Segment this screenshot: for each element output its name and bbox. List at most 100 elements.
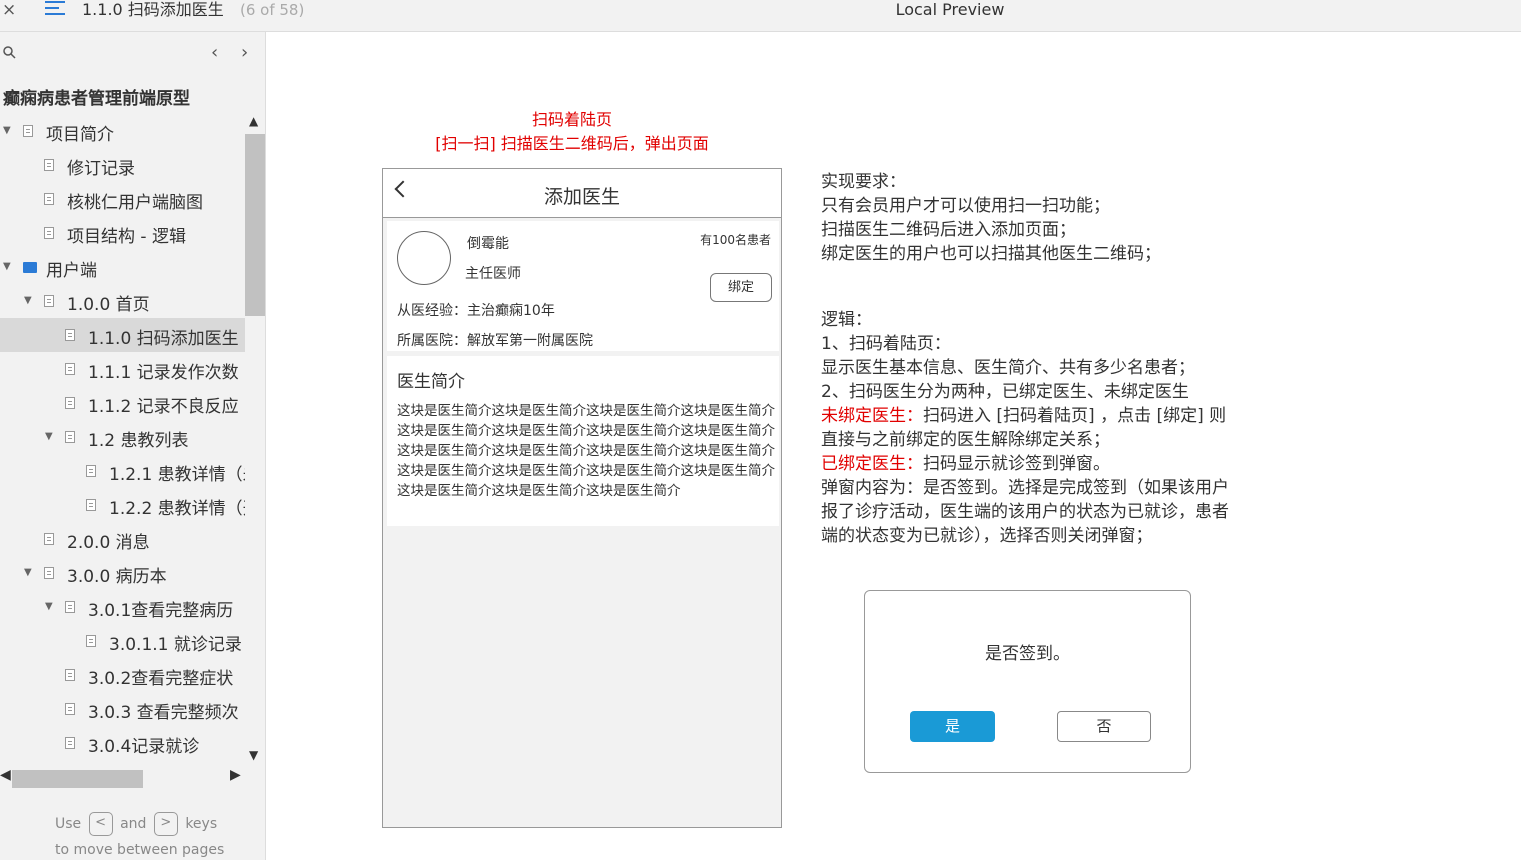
tree-item-label: 3.0.0 病历本: [67, 567, 167, 587]
tree-item[interactable]: 1.2.2 患教详情（开: [0, 488, 245, 522]
scroll-right-icon[interactable]: ▶: [230, 767, 241, 783]
tree-item-label: 3.0.3 查看完整频次: [88, 703, 239, 723]
mobile-header-title: 添加医生: [543, 186, 620, 208]
tree-item[interactable]: ▼ 用户端: [0, 250, 245, 284]
tree-item[interactable]: 项目结构 - 逻辑: [0, 216, 245, 250]
page-tree: ▼ 项目简介 修订记录 核桃仁用户端脑图 项目结构 - 逻辑 ▼ 用户端 ▼ 1.0.0 首页 1…: [0, 114, 245, 764]
requirements-note: 实现要求： 只有会员用户才可以使用扫一扫功能； 扫描医生二维码后进入添加页面； 绑定医…: [821, 170, 1241, 266]
expand-toggle-icon[interactable]: ▼: [3, 261, 11, 272]
scroll-thumb[interactable]: [245, 134, 265, 316]
tree-item-label: 2.0.0 消息: [67, 533, 150, 553]
hint-text: to move between pages: [55, 842, 225, 858]
tree-horizontal-scrollbar[interactable]: ◀ ▶: [0, 767, 245, 789]
page-icon: [44, 295, 54, 307]
tree-item[interactable]: 3.0.1.1 就诊记录: [0, 624, 245, 658]
preview-label: Local Preview: [895, 0, 1005, 19]
sign-in-dialog: 是否签到。 是 否: [864, 590, 1191, 773]
tree-item-label: 1.2.2 患教详情（开: [109, 499, 245, 519]
tree-item[interactable]: ▼ 1.0.0 首页: [0, 284, 245, 318]
tree-item-label: 用户端: [46, 261, 97, 281]
scroll-left-icon[interactable]: ◀: [0, 767, 11, 783]
tree-item-label: 3.0.4记录就诊: [88, 737, 200, 757]
tree-vertical-scrollbar[interactable]: ▲ ▼: [245, 112, 265, 772]
tree-item[interactable]: ▼ 3.0.0 病历本: [0, 556, 245, 590]
no-button[interactable]: 否: [1057, 711, 1151, 742]
page-icon: [44, 567, 54, 579]
hint-text: Use: [55, 816, 82, 832]
tree-item-label: 3.0.1查看完整病历: [88, 601, 234, 621]
page-counter: (6 of 58): [240, 1, 305, 19]
page-icon: [23, 125, 33, 137]
sitemap-sidebar: ‹ › 癫痫病患者管理前端原型 ▼ 项目简介修订记录 核桃仁用户端脑图 项目结构 - …: [0, 32, 266, 860]
page-title: 1.1.0 扫码添加医生: [82, 0, 224, 19]
bind-button[interactable]: 绑定: [710, 273, 772, 302]
tree-item[interactable]: 1.1.1 记录发作次数: [0, 352, 245, 386]
next-page-button[interactable]: ›: [241, 42, 248, 63]
tree-item[interactable]: ▼ 1.2 患教列表: [0, 420, 245, 454]
doctor-hospital: 所属医院：解放军第一附属医院: [397, 333, 593, 349]
doctor-experience: 从医经验：主治癫痫10年: [397, 303, 555, 319]
page-icon: [65, 601, 75, 613]
expand-toggle-icon[interactable]: ▼: [45, 601, 53, 612]
hint-text: keys: [185, 816, 218, 832]
expand-toggle-icon[interactable]: ▼: [24, 567, 32, 578]
page-annotation: 扫码着陆页 [扫一扫] 扫描医生二维码后，弹出页面: [382, 108, 762, 156]
logic-line: 1、扫码着陆页：: [821, 334, 951, 354]
expand-toggle-icon[interactable]: ▼: [3, 125, 11, 136]
tree-item[interactable]: 2.0.0 消息: [0, 522, 245, 556]
close-icon[interactable]: ×: [2, 0, 16, 20]
tree-item[interactable]: ▼ 3.0.1查看完整病历: [0, 590, 245, 624]
tree-item[interactable]: 3.0.3 查看完整频次: [0, 692, 245, 726]
page-icon: [65, 431, 75, 443]
expand-toggle-icon[interactable]: ▼: [45, 431, 53, 442]
sitemap-menu-icon[interactable]: [45, 1, 65, 17]
intro-body: 这块是医生简介这块是医生简介这块是医生简介这块是医生简介这块是医生简介这块是医生…: [397, 403, 775, 499]
top-bar: × 1.1.0 扫码添加医生 (6 of 58) Local Preview: [0, 0, 1521, 32]
scroll-up-icon[interactable]: ▲: [249, 114, 258, 128]
project-title: 癫痫病患者管理前端原型: [3, 89, 190, 109]
tree-item[interactable]: 1.1.0 扫码添加医生: [0, 318, 245, 352]
page-icon: [44, 533, 54, 545]
tree-item-label: 1.1.1 记录发作次数: [88, 363, 239, 383]
left-key-icon: <: [88, 812, 113, 836]
tree-item-label: 3.0.1.1 就诊记录: [109, 635, 242, 655]
page-icon: [65, 329, 75, 341]
bound-text: 扫码显示就诊签到弹窗。: [923, 454, 1110, 474]
requirement-line: 绑定医生的用户也可以扫描其他医生二维码；: [821, 244, 1161, 264]
page-icon: [86, 635, 96, 647]
tree-item[interactable]: 1.2.1 患教详情（未: [0, 454, 245, 488]
doctor-name: 倒霉能: [467, 236, 509, 252]
tree-item[interactable]: ▼ 项目简介: [0, 114, 245, 148]
previous-page-button[interactable]: ‹: [211, 42, 218, 63]
page-icon: [44, 159, 54, 171]
search-icon[interactable]: [3, 46, 16, 59]
page-icon: [65, 669, 75, 681]
expand-toggle-icon[interactable]: ▼: [24, 295, 32, 306]
tree-item[interactable]: 4.0.0 我: [0, 760, 245, 764]
logic-line: 2、扫码医生分为两种，已绑定医生、未绑定医生: [821, 382, 1189, 402]
folder-icon: [23, 262, 37, 273]
intro-heading: 医生简介: [397, 372, 465, 392]
phone-mockup: 添加医生 倒霉能 主任医师 有100名患者 绑定 从医经验：主治癫痫10年 所属…: [382, 168, 782, 828]
tree-item-label: 项目简介: [46, 125, 114, 145]
tree-item[interactable]: 3.0.2查看完整症状: [0, 658, 245, 692]
scroll-down-icon[interactable]: ▼: [249, 748, 258, 762]
dialog-question: 是否签到。: [985, 644, 1070, 664]
scroll-thumb-horizontal[interactable]: [12, 770, 143, 788]
tree-item[interactable]: 修订记录: [0, 148, 245, 182]
doctor-intro-section: 医生简介 这块是医生简介这块是医生简介这块是医生简介这块是医生简介这块是医生简介…: [387, 356, 779, 526]
tree-item-label: 1.1.2 记录不良反应: [88, 397, 239, 417]
tree-item[interactable]: 核桃仁用户端脑图: [0, 182, 245, 216]
page-icon: [44, 227, 54, 239]
page-icon: [65, 703, 75, 715]
page-icon: [44, 193, 54, 205]
tree-item[interactable]: 3.0.4记录就诊: [0, 726, 245, 760]
tree-item[interactable]: 1.1.2 记录不良反应: [0, 386, 245, 420]
requirement-line: 扫描医生二维码后进入添加页面；: [821, 220, 1076, 240]
logic-line: 显示医生基本信息、医生简介、共有多少名患者；: [821, 358, 1195, 378]
requirement-line: 实现要求：: [821, 172, 906, 192]
yes-button[interactable]: 是: [910, 711, 995, 742]
requirement-line: 只有会员用户才可以使用扫一扫功能；: [821, 196, 1110, 216]
page-icon: [86, 499, 96, 511]
logic-line: 逻辑：: [821, 310, 872, 330]
